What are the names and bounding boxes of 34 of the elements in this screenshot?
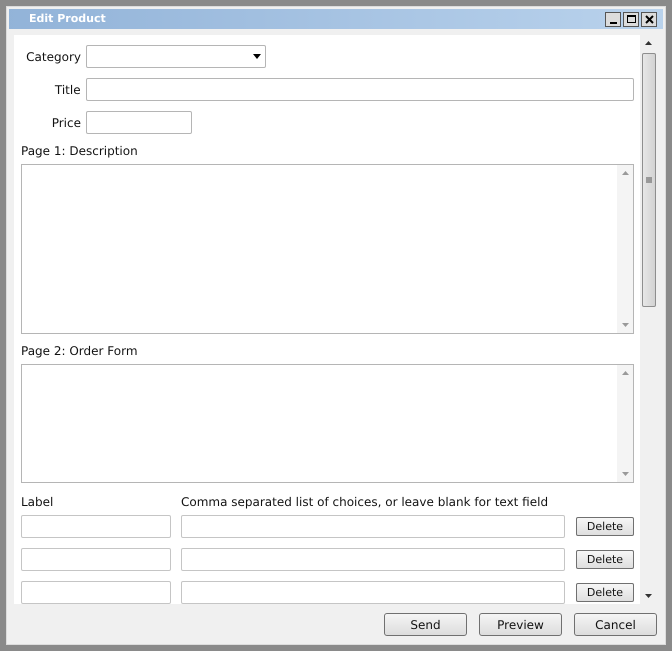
choices-field[interactable] [181,548,565,571]
window-title: Edit Product [28,10,106,27]
dropdown-arrow-icon [253,54,261,59]
delete-button[interactable]: Delete [576,517,634,536]
scroll-up-icon[interactable] [645,41,652,45]
choices-field[interactable] [181,515,565,538]
category-dropdown[interactable] [86,45,266,68]
label-field[interactable] [21,548,171,571]
label-field[interactable] [21,515,171,538]
text-area[interactable] [21,164,634,334]
dialog-button[interactable]: Send [384,613,467,636]
field-label: Title [54,82,81,98]
field-label: Category [25,48,81,66]
maximize-button[interactable] [623,12,639,26]
choices-field[interactable] [181,581,565,604]
delete-button[interactable]: Delete [576,550,634,569]
dialog-button[interactable]: Cancel [574,613,657,636]
text-field[interactable] [86,78,634,101]
column-header: Label [21,494,54,511]
section-label: Page 1: Description [21,143,139,160]
section-label: Page 2: Order Form [21,343,139,360]
close-button[interactable] [641,12,657,26]
text-field[interactable] [86,111,192,134]
scroll-thumb[interactable] [642,53,656,307]
grip-icon [646,177,652,183]
label-field[interactable] [21,581,171,604]
dialog-button[interactable]: Preview [479,613,562,636]
delete-button[interactable]: Delete [576,583,634,602]
field-label: Price [50,114,81,132]
close-icon [644,14,654,24]
minimize-button[interactable] [605,12,621,26]
scroll-down-icon[interactable] [645,594,652,598]
text-area[interactable] [21,364,634,483]
column-header: Comma separated list of choices, or leave blank for text field [181,494,548,511]
